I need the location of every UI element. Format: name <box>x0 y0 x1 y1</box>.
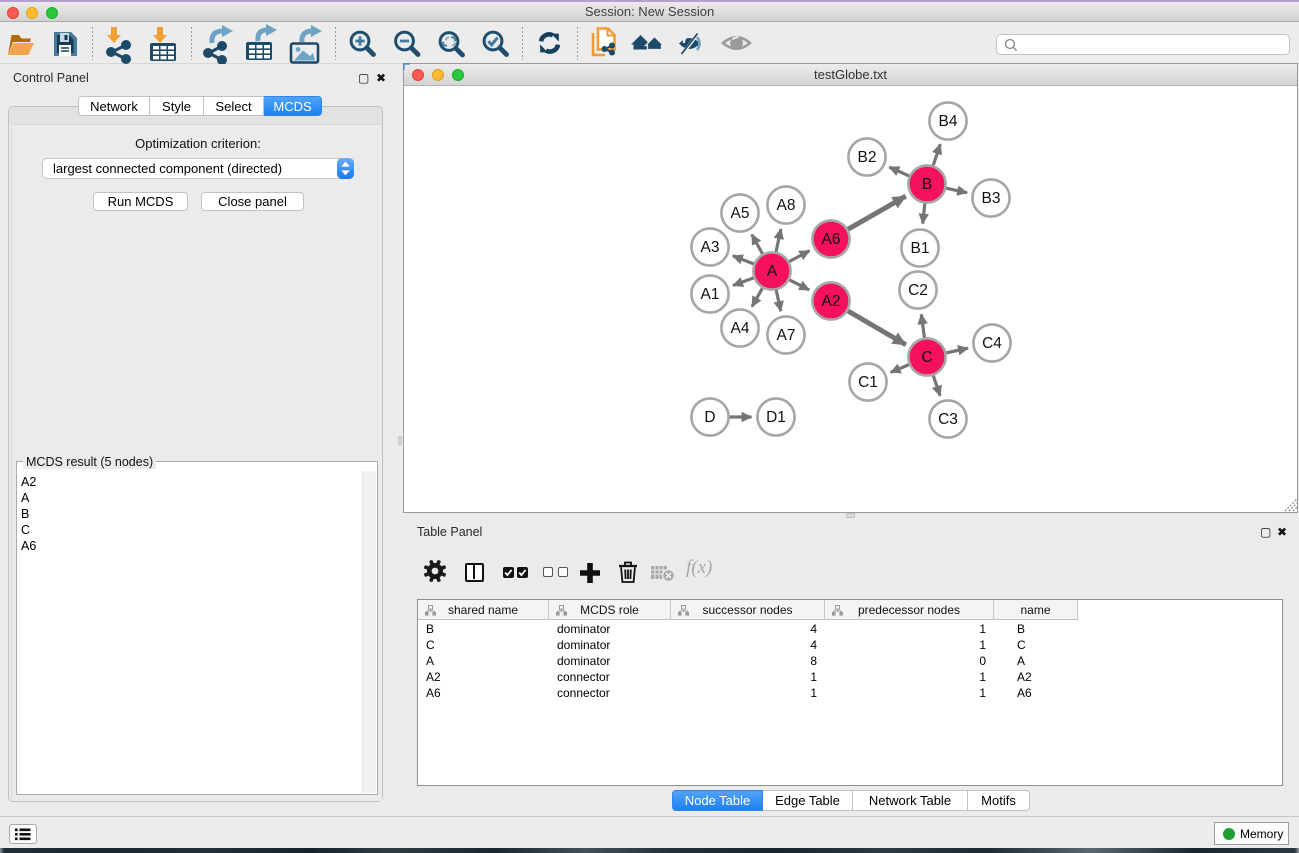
svg-text:A4: A4 <box>731 320 750 337</box>
svg-text:C2: C2 <box>908 282 928 299</box>
svg-text:A3: A3 <box>701 239 720 256</box>
svg-text:D1: D1 <box>766 409 786 426</box>
svg-text:C: C <box>921 349 932 366</box>
svg-text:B1: B1 <box>911 240 930 257</box>
svg-text:A7: A7 <box>777 327 796 344</box>
svg-text:A: A <box>767 263 778 280</box>
svg-text:B2: B2 <box>858 149 877 166</box>
svg-text:A8: A8 <box>777 197 796 214</box>
svg-text:B: B <box>922 176 932 193</box>
svg-text:A2: A2 <box>822 293 841 310</box>
svg-text:A1: A1 <box>701 286 720 303</box>
svg-text:A5: A5 <box>731 205 750 222</box>
svg-text:A6: A6 <box>822 231 841 248</box>
svg-text:C4: C4 <box>982 335 1002 352</box>
svg-text:C3: C3 <box>938 411 958 428</box>
svg-text:C1: C1 <box>858 374 878 391</box>
svg-text:B4: B4 <box>939 113 958 130</box>
svg-text:D: D <box>704 409 715 426</box>
svg-text:B3: B3 <box>982 190 1001 207</box>
